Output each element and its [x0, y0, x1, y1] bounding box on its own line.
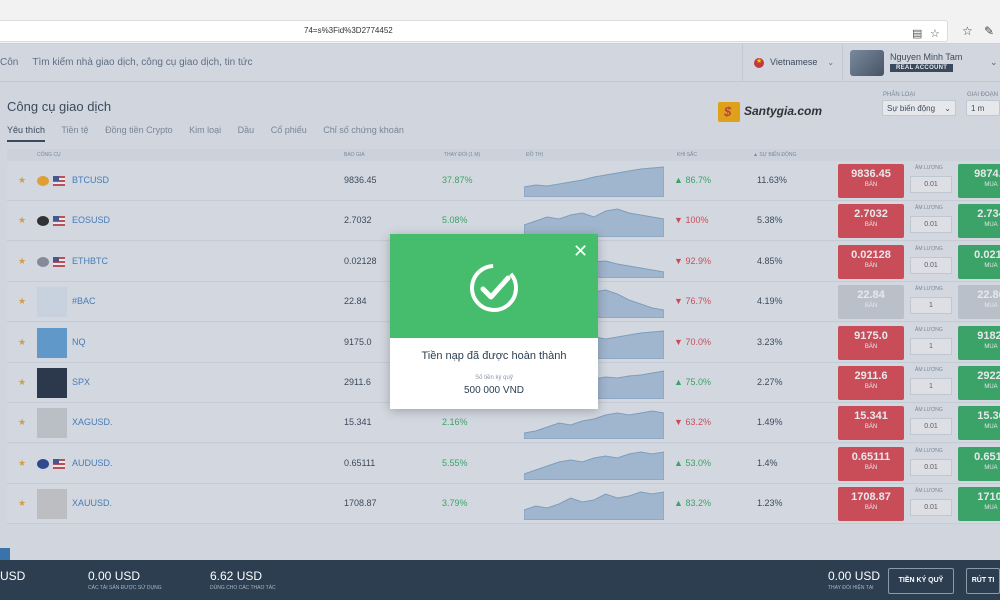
withdraw-button[interactable]: RÚT TI [966, 568, 1000, 594]
browser-chrome: 74=s%3Fid%3D2774452 ▤ ☆ ☆ ✎ [0, 0, 1000, 44]
bookmark-star-icon[interactable]: ☆ [930, 24, 940, 44]
pen-icon[interactable]: ✎ [984, 24, 994, 38]
account-footer: USD 0.00 USD CÁC TÀI SẢN ĐƯỢC SỬ DỤNG 6.… [0, 560, 1000, 600]
available-value: 6.62 USD [210, 569, 263, 583]
close-icon[interactable]: ✕ [573, 242, 588, 260]
favorites-icon[interactable]: ☆ [962, 24, 973, 38]
deposit-amount: 500 000 VND [463, 385, 525, 396]
used-assets-label: CÁC TÀI SẢN ĐƯỢC SỬ DỤNG [88, 585, 162, 591]
modal-message: Tiền nạp đã được hoàn thành [421, 350, 567, 362]
pnl-label: THAY ĐỔI HIỆN TẠI [828, 585, 874, 591]
pnl-value: 0.00 USD [828, 569, 881, 583]
deposit-amount-label: Số tiền ký quỹ [475, 375, 513, 381]
address-bar[interactable]: 74=s%3Fid%3D2774452 ▤ ☆ [0, 20, 948, 42]
available-label: DÙNG CHO CÁC THAO TÁC [210, 585, 276, 591]
modal-header: ✕ [390, 234, 598, 338]
deposit-button[interactable]: TIỀN KÝ QUỸ [888, 568, 954, 594]
url-text: 74=s%3Fid%3D2774452 [304, 26, 393, 35]
balance-value: USD [0, 569, 26, 583]
reader-icon[interactable]: ▤ [912, 24, 922, 44]
deposit-success-modal: ✕ Tiền nạp đã được hoàn thành Số tiền ký… [390, 234, 598, 409]
checkmark-circle-icon [470, 264, 518, 312]
used-assets-value: 0.00 USD [88, 569, 141, 583]
